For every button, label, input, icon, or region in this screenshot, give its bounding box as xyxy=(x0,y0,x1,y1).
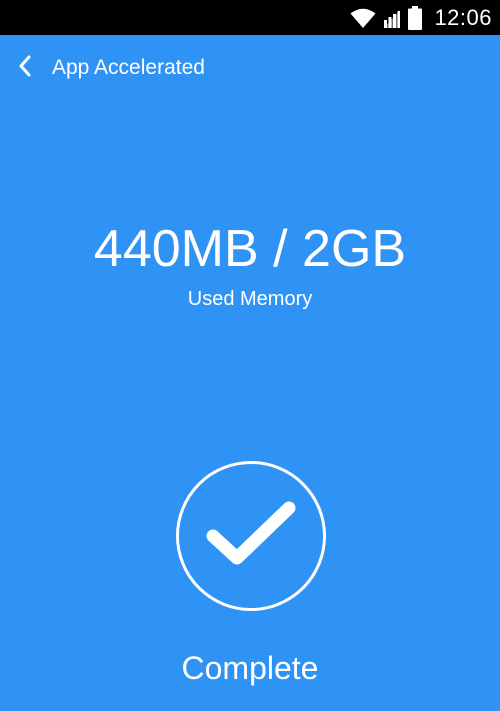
battery-icon xyxy=(408,5,423,30)
signal-icon xyxy=(382,7,402,29)
complete-status-circle xyxy=(176,461,326,611)
check-icon xyxy=(203,498,299,575)
chevron-left-icon xyxy=(18,55,32,82)
complete-label: Complete xyxy=(181,650,319,686)
status-icons: 12:06 xyxy=(350,0,492,35)
back-button[interactable] xyxy=(0,35,50,101)
status-bar: 12:06 xyxy=(0,0,500,35)
status-time: 12:06 xyxy=(434,4,492,30)
memory-usage-label: Used Memory xyxy=(187,288,313,310)
page-title: App Accelerated xyxy=(52,56,205,79)
memory-usage-value: 440MB / 2GB xyxy=(93,220,407,278)
app-bar: App Accelerated xyxy=(0,35,500,101)
wifi-icon xyxy=(350,7,376,29)
